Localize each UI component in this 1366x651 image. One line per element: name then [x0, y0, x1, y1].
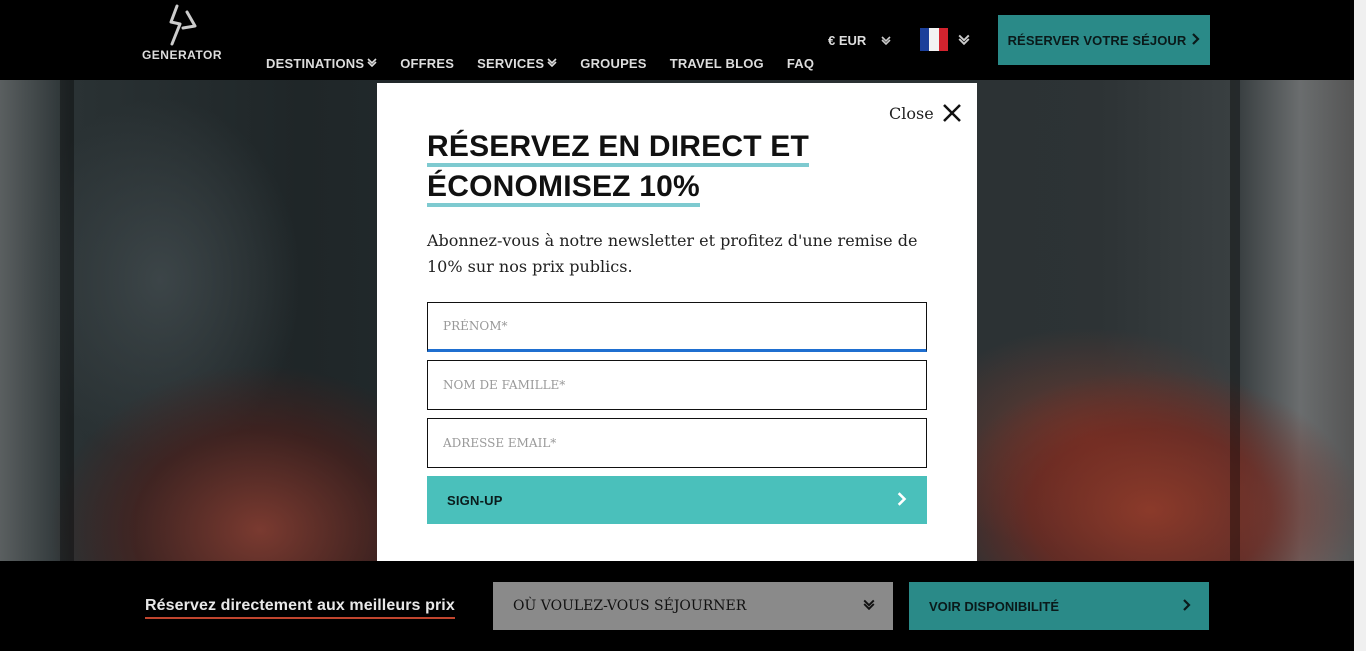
title-line-1: RÉSERVEZ EN DIRECT ET	[427, 131, 810, 167]
nav-label: FAQ	[786, 56, 815, 71]
destination-placeholder: OÙ VOULEZ-VOUS SÉJOURNER	[513, 598, 747, 614]
chevron-down-icon	[863, 597, 875, 615]
main-nav: DESTINATIONS OFFRES SERVICES GROUPES TRA…	[266, 56, 837, 71]
close-button[interactable]: Close	[889, 103, 962, 123]
reserve-label: RÉSERVER VOTRE SÉJOUR	[1007, 32, 1187, 48]
title-line-2: ÉCONOMISEZ 10%	[427, 171, 700, 207]
best-price-link[interactable]: Réservez directement aux meilleurs prix	[145, 597, 455, 619]
chevron-down-icon	[547, 57, 557, 70]
france-flag-icon[interactable]	[920, 28, 948, 51]
generator-logo[interactable]: GENERATOR	[141, 4, 223, 62]
nav-item-travel-blog[interactable]: TRAVEL BLOG	[670, 56, 764, 71]
last-name-input[interactable]	[428, 361, 926, 409]
nav-item-offres[interactable]: OFFRES	[400, 56, 454, 71]
reserve-stay-button[interactable]: RÉSERVER VOTRE SÉJOUR	[998, 15, 1210, 65]
nav-label: OFFRES	[400, 56, 455, 71]
chevron-right-icon	[1190, 32, 1200, 48]
nav-item-services[interactable]: SERVICES	[477, 56, 557, 71]
first-name-field-wrapper	[427, 302, 927, 352]
chevron-down-icon[interactable]	[958, 32, 970, 50]
modal-title: RÉSERVEZ EN DIRECT ET ÉCONOMISEZ 10%	[427, 127, 847, 207]
first-name-input[interactable]	[428, 303, 926, 349]
nav-label: SERVICES	[477, 56, 545, 71]
email-field-wrapper	[427, 418, 927, 468]
logo-text: GENERATOR	[141, 48, 223, 62]
booking-bar: Réservez directement aux meilleurs prix …	[0, 561, 1354, 651]
generator-bolt-icon	[169, 4, 197, 46]
destination-select[interactable]: OÙ VOULEZ-VOUS SÉJOURNER	[493, 582, 893, 630]
nav-item-groupes[interactable]: GROUPES	[580, 56, 646, 71]
site-header: GENERATOR DESTINATIONS OFFRES SERVICES G…	[0, 0, 1354, 80]
nav-item-destinations[interactable]: DESTINATIONS	[266, 56, 377, 71]
page-scrollbar[interactable]	[1354, 0, 1366, 651]
signup-button[interactable]: SIGN-UP	[427, 476, 927, 524]
nav-label: DESTINATIONS	[266, 56, 365, 71]
chevron-right-icon	[895, 491, 907, 509]
hero-decoration	[60, 80, 74, 561]
check-availability-button[interactable]: VOIR DISPONIBILITÉ	[909, 582, 1209, 630]
currency-selector[interactable]: € EUR	[828, 33, 891, 48]
availability-label: VOIR DISPONIBILITÉ	[929, 598, 1060, 614]
nav-label: TRAVEL BLOG	[669, 56, 764, 71]
modal-description: Abonnez-vous à notre newsletter et profi…	[427, 231, 918, 276]
last-name-field-wrapper	[427, 360, 927, 410]
nav-item-faq[interactable]: FAQ	[787, 56, 814, 71]
chevron-right-icon	[1181, 598, 1191, 614]
nav-label: GROUPES	[580, 56, 647, 71]
close-label: Close	[889, 103, 934, 123]
currency-label: € EUR	[828, 33, 867, 48]
signup-label: SIGN-UP	[447, 492, 503, 508]
email-input[interactable]	[428, 419, 926, 467]
chevron-down-icon	[881, 33, 891, 48]
close-icon	[942, 104, 961, 122]
chevron-down-icon	[367, 57, 377, 70]
